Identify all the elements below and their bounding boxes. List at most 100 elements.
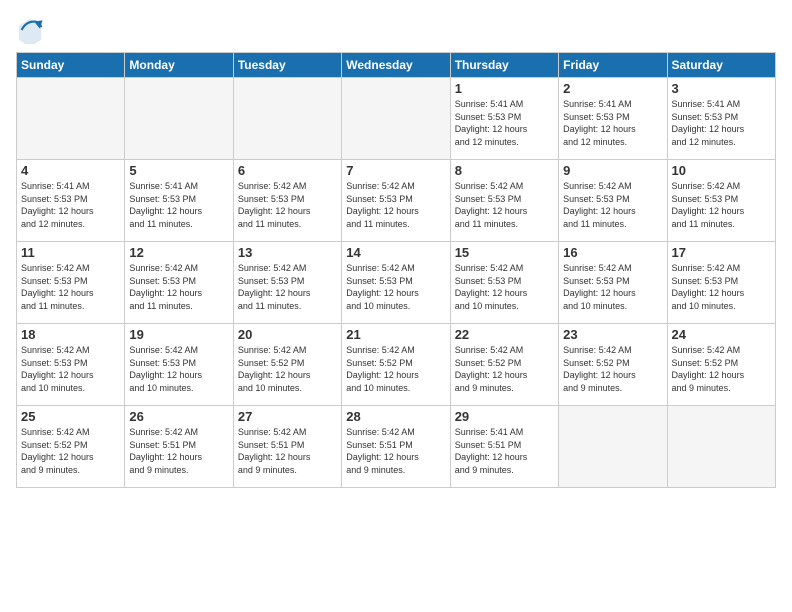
logo-icon (16, 16, 44, 44)
calendar-cell (667, 406, 775, 488)
calendar-cell: 29 Sunrise: 5:41 AM Sunset: 5:51 PM Dayli… (450, 406, 558, 488)
day-info: Sunrise: 5:41 AM Sunset: 5:53 PM Dayligh… (129, 180, 228, 230)
calendar-cell: 22 Sunrise: 5:42 AM Sunset: 5:52 PM Dayli… (450, 324, 558, 406)
day-number: 5 (129, 163, 228, 178)
calendar-cell: 11Sunrise: 5:42 AM Sunset: 5:53 PM Dayli… (17, 242, 125, 324)
day-info: Sunrise: 5:42 AM Sunset: 5:53 PM Dayligh… (21, 262, 120, 312)
day-number: 18 (21, 327, 120, 342)
day-info: Sunrise: 5:42 AM Sunset: 5:52 PM Dayligh… (672, 344, 771, 394)
calendar-cell (233, 78, 341, 160)
day-info: Sunrise: 5:42 AM Sunset: 5:53 PM Dayligh… (238, 180, 337, 230)
day-number: 29 (455, 409, 554, 424)
day-number: 21 (346, 327, 445, 342)
day-number: 6 (238, 163, 337, 178)
calendar-cell: 16 Sunrise: 5:42 AM Sunset: 5:53 PM Dayli… (559, 242, 667, 324)
calendar-cell: 23 Sunrise: 5:42 AM Sunset: 5:52 PM Dayli… (559, 324, 667, 406)
header-sunday: Sunday (17, 53, 125, 78)
calendar-cell: 27 Sunrise: 5:42 AM Sunset: 5:51 PM Dayli… (233, 406, 341, 488)
calendar-cell: 18 Sunrise: 5:42 AM Sunset: 5:53 PM Dayli… (17, 324, 125, 406)
day-info: Sunrise: 5:41 AM Sunset: 5:53 PM Dayligh… (672, 98, 771, 148)
calendar-table: SundayMondayTuesdayWednesdayThursdayFrid… (16, 52, 776, 488)
day-info: Sunrise: 5:42 AM Sunset: 5:51 PM Dayligh… (346, 426, 445, 476)
calendar-cell (17, 78, 125, 160)
day-number: 7 (346, 163, 445, 178)
calendar-cell: 15 Sunrise: 5:42 AM Sunset: 5:53 PM Dayli… (450, 242, 558, 324)
day-number: 20 (238, 327, 337, 342)
day-info: Sunrise: 5:42 AM Sunset: 5:52 PM Dayligh… (238, 344, 337, 394)
calendar-cell: 7 Sunrise: 5:42 AM Sunset: 5:53 PM Daylig… (342, 160, 450, 242)
page-header (16, 16, 776, 44)
day-number: 3 (672, 81, 771, 96)
day-number: 26 (129, 409, 228, 424)
week-row-3: 18 Sunrise: 5:42 AM Sunset: 5:53 PM Dayli… (17, 324, 776, 406)
day-info: Sunrise: 5:42 AM Sunset: 5:53 PM Dayligh… (672, 262, 771, 312)
week-row-4: 25 Sunrise: 5:42 AM Sunset: 5:52 PM Dayli… (17, 406, 776, 488)
day-info: Sunrise: 5:42 AM Sunset: 5:53 PM Dayligh… (238, 262, 337, 312)
day-info: Sunrise: 5:42 AM Sunset: 5:52 PM Dayligh… (21, 426, 120, 476)
calendar-cell: 6 Sunrise: 5:42 AM Sunset: 5:53 PM Daylig… (233, 160, 341, 242)
day-number: 2 (563, 81, 662, 96)
header-monday: Monday (125, 53, 233, 78)
day-number: 16 (563, 245, 662, 260)
day-number: 15 (455, 245, 554, 260)
day-info: Sunrise: 5:42 AM Sunset: 5:52 PM Dayligh… (455, 344, 554, 394)
day-number: 17 (672, 245, 771, 260)
day-info: Sunrise: 5:41 AM Sunset: 5:53 PM Dayligh… (563, 98, 662, 148)
calendar-cell: 12 Sunrise: 5:42 AM Sunset: 5:53 PM Dayli… (125, 242, 233, 324)
header-tuesday: Tuesday (233, 53, 341, 78)
header-wednesday: Wednesday (342, 53, 450, 78)
calendar-cell (125, 78, 233, 160)
calendar-cell: 17 Sunrise: 5:42 AM Sunset: 5:53 PM Dayli… (667, 242, 775, 324)
day-number: 25 (21, 409, 120, 424)
day-info: Sunrise: 5:42 AM Sunset: 5:51 PM Dayligh… (238, 426, 337, 476)
calendar-cell (559, 406, 667, 488)
day-info: Sunrise: 5:42 AM Sunset: 5:53 PM Dayligh… (346, 180, 445, 230)
day-info: Sunrise: 5:42 AM Sunset: 5:52 PM Dayligh… (563, 344, 662, 394)
calendar-cell: 1 Sunrise: 5:41 AM Sunset: 5:53 PM Daylig… (450, 78, 558, 160)
day-number: 27 (238, 409, 337, 424)
day-number: 9 (563, 163, 662, 178)
calendar-cell: 5 Sunrise: 5:41 AM Sunset: 5:53 PM Daylig… (125, 160, 233, 242)
day-number: 10 (672, 163, 771, 178)
day-info: Sunrise: 5:42 AM Sunset: 5:53 PM Dayligh… (21, 344, 120, 394)
day-number: 1 (455, 81, 554, 96)
calendar-cell: 19 Sunrise: 5:42 AM Sunset: 5:53 PM Dayli… (125, 324, 233, 406)
day-info: Sunrise: 5:42 AM Sunset: 5:52 PM Dayligh… (346, 344, 445, 394)
calendar-header: SundayMondayTuesdayWednesdayThursdayFrid… (17, 53, 776, 78)
day-info: Sunrise: 5:41 AM Sunset: 5:51 PM Dayligh… (455, 426, 554, 476)
day-info: Sunrise: 5:42 AM Sunset: 5:53 PM Dayligh… (563, 262, 662, 312)
calendar-cell: 20 Sunrise: 5:42 AM Sunset: 5:52 PM Dayli… (233, 324, 341, 406)
calendar-cell: 25 Sunrise: 5:42 AM Sunset: 5:52 PM Dayli… (17, 406, 125, 488)
day-info: Sunrise: 5:42 AM Sunset: 5:53 PM Dayligh… (129, 344, 228, 394)
calendar-cell: 9 Sunrise: 5:42 AM Sunset: 5:53 PM Daylig… (559, 160, 667, 242)
week-row-2: 11Sunrise: 5:42 AM Sunset: 5:53 PM Dayli… (17, 242, 776, 324)
day-info: Sunrise: 5:42 AM Sunset: 5:53 PM Dayligh… (455, 180, 554, 230)
day-info: Sunrise: 5:41 AM Sunset: 5:53 PM Dayligh… (455, 98, 554, 148)
day-number: 23 (563, 327, 662, 342)
day-number: 4 (21, 163, 120, 178)
calendar-cell (342, 78, 450, 160)
header-saturday: Saturday (667, 53, 775, 78)
calendar-cell: 26 Sunrise: 5:42 AM Sunset: 5:51 PM Dayli… (125, 406, 233, 488)
day-info: Sunrise: 5:42 AM Sunset: 5:53 PM Dayligh… (563, 180, 662, 230)
calendar-cell: 2 Sunrise: 5:41 AM Sunset: 5:53 PM Daylig… (559, 78, 667, 160)
day-info: Sunrise: 5:42 AM Sunset: 5:53 PM Dayligh… (346, 262, 445, 312)
day-number: 12 (129, 245, 228, 260)
day-info: Sunrise: 5:42 AM Sunset: 5:53 PM Dayligh… (672, 180, 771, 230)
day-info: Sunrise: 5:42 AM Sunset: 5:51 PM Dayligh… (129, 426, 228, 476)
day-number: 19 (129, 327, 228, 342)
day-number: 28 (346, 409, 445, 424)
day-number: 13 (238, 245, 337, 260)
day-info: Sunrise: 5:42 AM Sunset: 5:53 PM Dayligh… (129, 262, 228, 312)
day-number: 14 (346, 245, 445, 260)
calendar-cell: 28 Sunrise: 5:42 AM Sunset: 5:51 PM Dayli… (342, 406, 450, 488)
day-info: Sunrise: 5:41 AM Sunset: 5:53 PM Dayligh… (21, 180, 120, 230)
day-info: Sunrise: 5:42 AM Sunset: 5:53 PM Dayligh… (455, 262, 554, 312)
logo (16, 16, 48, 44)
week-row-0: 1 Sunrise: 5:41 AM Sunset: 5:53 PM Daylig… (17, 78, 776, 160)
header-thursday: Thursday (450, 53, 558, 78)
day-number: 8 (455, 163, 554, 178)
calendar-cell: 3 Sunrise: 5:41 AM Sunset: 5:53 PM Daylig… (667, 78, 775, 160)
day-number: 22 (455, 327, 554, 342)
calendar-cell: 8 Sunrise: 5:42 AM Sunset: 5:53 PM Daylig… (450, 160, 558, 242)
